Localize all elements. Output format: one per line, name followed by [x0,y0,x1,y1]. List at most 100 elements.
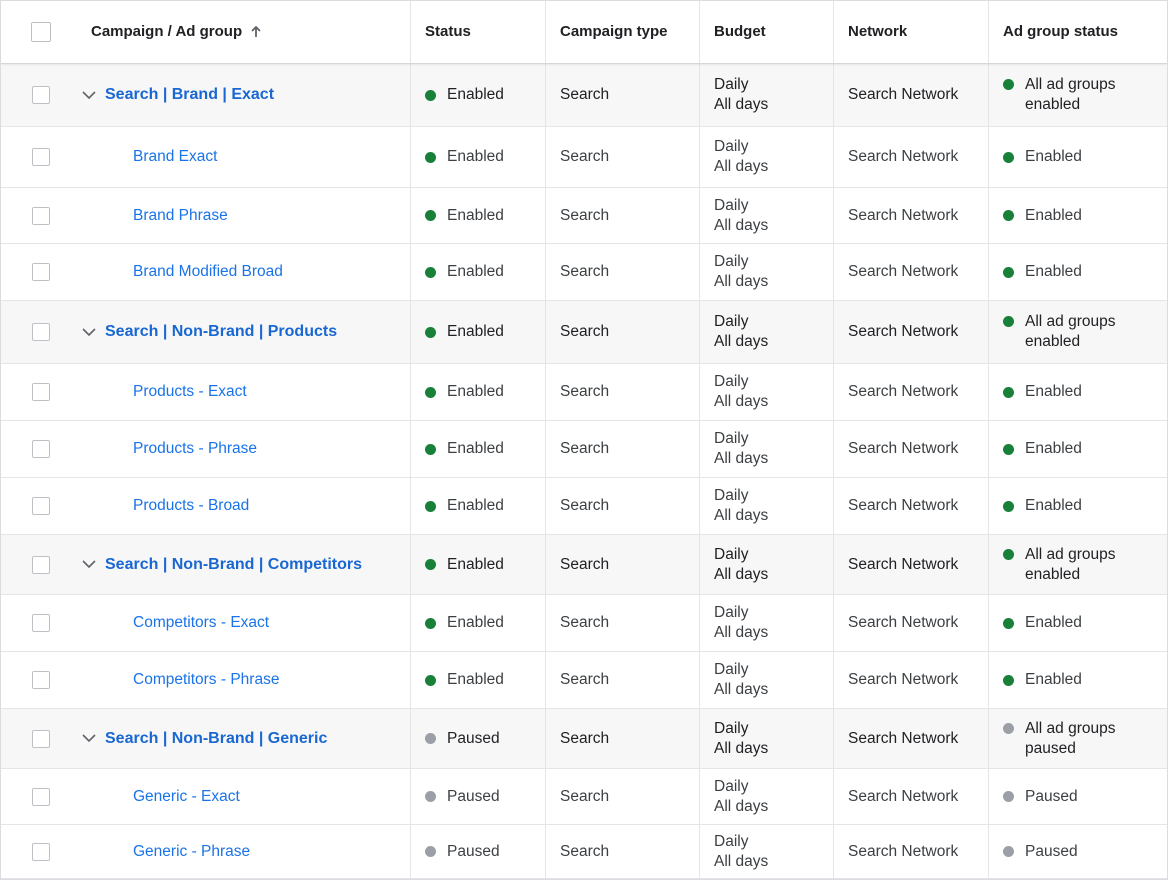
ad-group-status-dot-icon [1003,210,1014,221]
chevron-down-icon[interactable] [78,728,100,750]
budget-period: Daily [714,373,749,390]
ad-group-name-link[interactable]: Products - Broad [133,496,249,516]
name-wrap: Products - Exact [75,382,247,402]
header-campaign-ad-group[interactable]: Campaign / Ad group [91,22,242,42]
budget-days: All days [714,681,769,698]
row-checkbox[interactable] [32,842,50,861]
budget-cell: Daily All days [700,244,834,300]
ad-group-name-link[interactable]: Brand Modified Broad [133,262,283,282]
campaign-type-text: Search [560,671,610,688]
ad-group-status-dot-icon [1003,674,1014,686]
header-budget[interactable]: Budget [714,22,766,42]
ad-group-status-text: Enabled [1025,262,1082,282]
status-text: Enabled [447,86,504,103]
row-checkbox[interactable] [32,383,50,401]
campaign-type-cell: Search [546,421,700,477]
header-campaign-type[interactable]: Campaign type [560,22,668,42]
status-wrap: Paused [425,842,500,862]
ad-group-status-cell: All ad groups enabled [989,535,1167,594]
row-checkbox[interactable] [32,614,50,632]
chevron-down-icon[interactable] [78,321,100,343]
ad-group-status-cell: Enabled [989,652,1167,708]
ad-group-name-link[interactable]: Generic - Phrase [133,842,250,862]
campaign-name-link[interactable]: Search | Non-Brand | Generic [105,729,327,749]
ad-group-status-dot-icon [1003,151,1014,163]
network-text: Search Network [848,614,959,631]
ad-group-status-dot-icon [1003,500,1014,512]
status-text: Enabled [447,148,504,165]
budget-days: All days [714,393,769,410]
ad-group-status-wrap: Enabled [1003,439,1082,459]
ad-group-name-link[interactable]: Competitors - Exact [133,613,269,633]
name-wrap: Competitors - Exact [75,613,269,633]
ad-group-name-link[interactable]: Brand Exact [133,147,217,167]
header-ad-group-status[interactable]: Ad group status [1003,22,1118,42]
ad-group-status-text: Enabled [1025,147,1082,167]
name-cell: Search | Non-Brand | Products [75,301,411,363]
network-text: Search Network [848,555,959,573]
row-checkbox[interactable] [32,148,50,166]
ad-group-name-link[interactable]: Brand Phrase [133,206,228,226]
campaign-type-text: Search [560,555,610,573]
campaign-type-text: Search [560,729,610,747]
row-checkbox[interactable] [32,323,50,341]
chevron-down-icon[interactable] [78,554,100,576]
header-budget-cell[interactable]: Budget [700,1,834,63]
header-status[interactable]: Status [425,22,471,42]
ad-group-status-line-2: paused [1025,739,1076,757]
header-network[interactable]: Network [848,22,907,42]
row-checkbox[interactable] [32,497,50,515]
arrow-up-icon[interactable] [250,26,262,38]
ad-group-row: Brand Phrase Enabled Search Daily All days Se… [1,188,1167,244]
ad-group-status-text: Enabled [1025,382,1082,402]
campaign-name-link[interactable]: Search | Brand | Exact [105,85,274,105]
ad-group-row: Products - Phrase Enabled Search Daily All d… [1,421,1167,478]
ad-group-status-line-1: Enabled [1025,671,1082,688]
network-text: Search Network [848,86,959,103]
budget-days: All days [714,333,769,350]
status-text: Enabled [447,671,504,688]
network-cell: Search Network [834,64,989,126]
status-wrap: Enabled [425,206,504,226]
ad-group-status-line-1: All ad groups [1025,719,1116,737]
ad-group-name-link[interactable]: Competitors - Phrase [133,670,279,690]
campaign-row: Search | Non-Brand | Products Enabled Sear… [1,301,1167,364]
budget-days: All days [714,565,769,583]
campaign-name-link[interactable]: Search | Non-Brand | Products [105,322,337,342]
header-name-cell[interactable]: Campaign / Ad group [75,1,411,63]
select-all-checkbox[interactable] [31,22,51,42]
row-select-cell [1,301,75,363]
header-network-cell[interactable]: Network [834,1,989,63]
budget-period: Daily [714,661,749,678]
row-select-cell [1,825,75,878]
status-text: Enabled [447,555,504,573]
status-cell: Enabled [411,421,546,477]
budget-days: All days [714,273,769,290]
row-checkbox[interactable] [32,671,50,689]
status-cell: Enabled [411,595,546,651]
row-checkbox[interactable] [32,206,50,225]
row-checkbox[interactable] [32,555,50,574]
campaign-row: Search | Non-Brand | Competitors Enabled S… [1,535,1167,595]
budget-wrap: Daily All days [714,832,768,872]
row-checkbox[interactable] [32,440,50,458]
campaign-type-text: Search [560,263,610,280]
row-checkbox[interactable] [32,729,50,748]
ad-group-name-link[interactable]: Products - Exact [133,382,247,402]
ad-group-name-link[interactable]: Generic - Exact [133,787,240,807]
chevron-down-icon[interactable] [78,84,100,106]
header-status-cell[interactable]: Status [411,1,546,63]
row-checkbox[interactable] [32,86,50,104]
ad-group-status-wrap: Enabled [1003,496,1082,516]
header-ad-group-status-cell[interactable]: Ad group status [989,1,1167,63]
campaign-row: Search | Brand | Exact Enabled Search Daily… [1,64,1167,127]
ad-group-status-dot-icon [1003,79,1014,90]
ad-group-row: Generic - Exact Paused Search Daily All days… [1,769,1167,825]
campaign-name-link[interactable]: Search | Non-Brand | Competitors [105,555,362,575]
header-type-cell[interactable]: Campaign type [546,1,700,63]
name-cell: Brand Phrase [75,188,411,243]
ad-group-name-link[interactable]: Products - Phrase [133,439,257,459]
row-checkbox[interactable] [32,787,50,806]
budget-cell: Daily All days [700,709,834,768]
row-checkbox[interactable] [32,263,50,281]
